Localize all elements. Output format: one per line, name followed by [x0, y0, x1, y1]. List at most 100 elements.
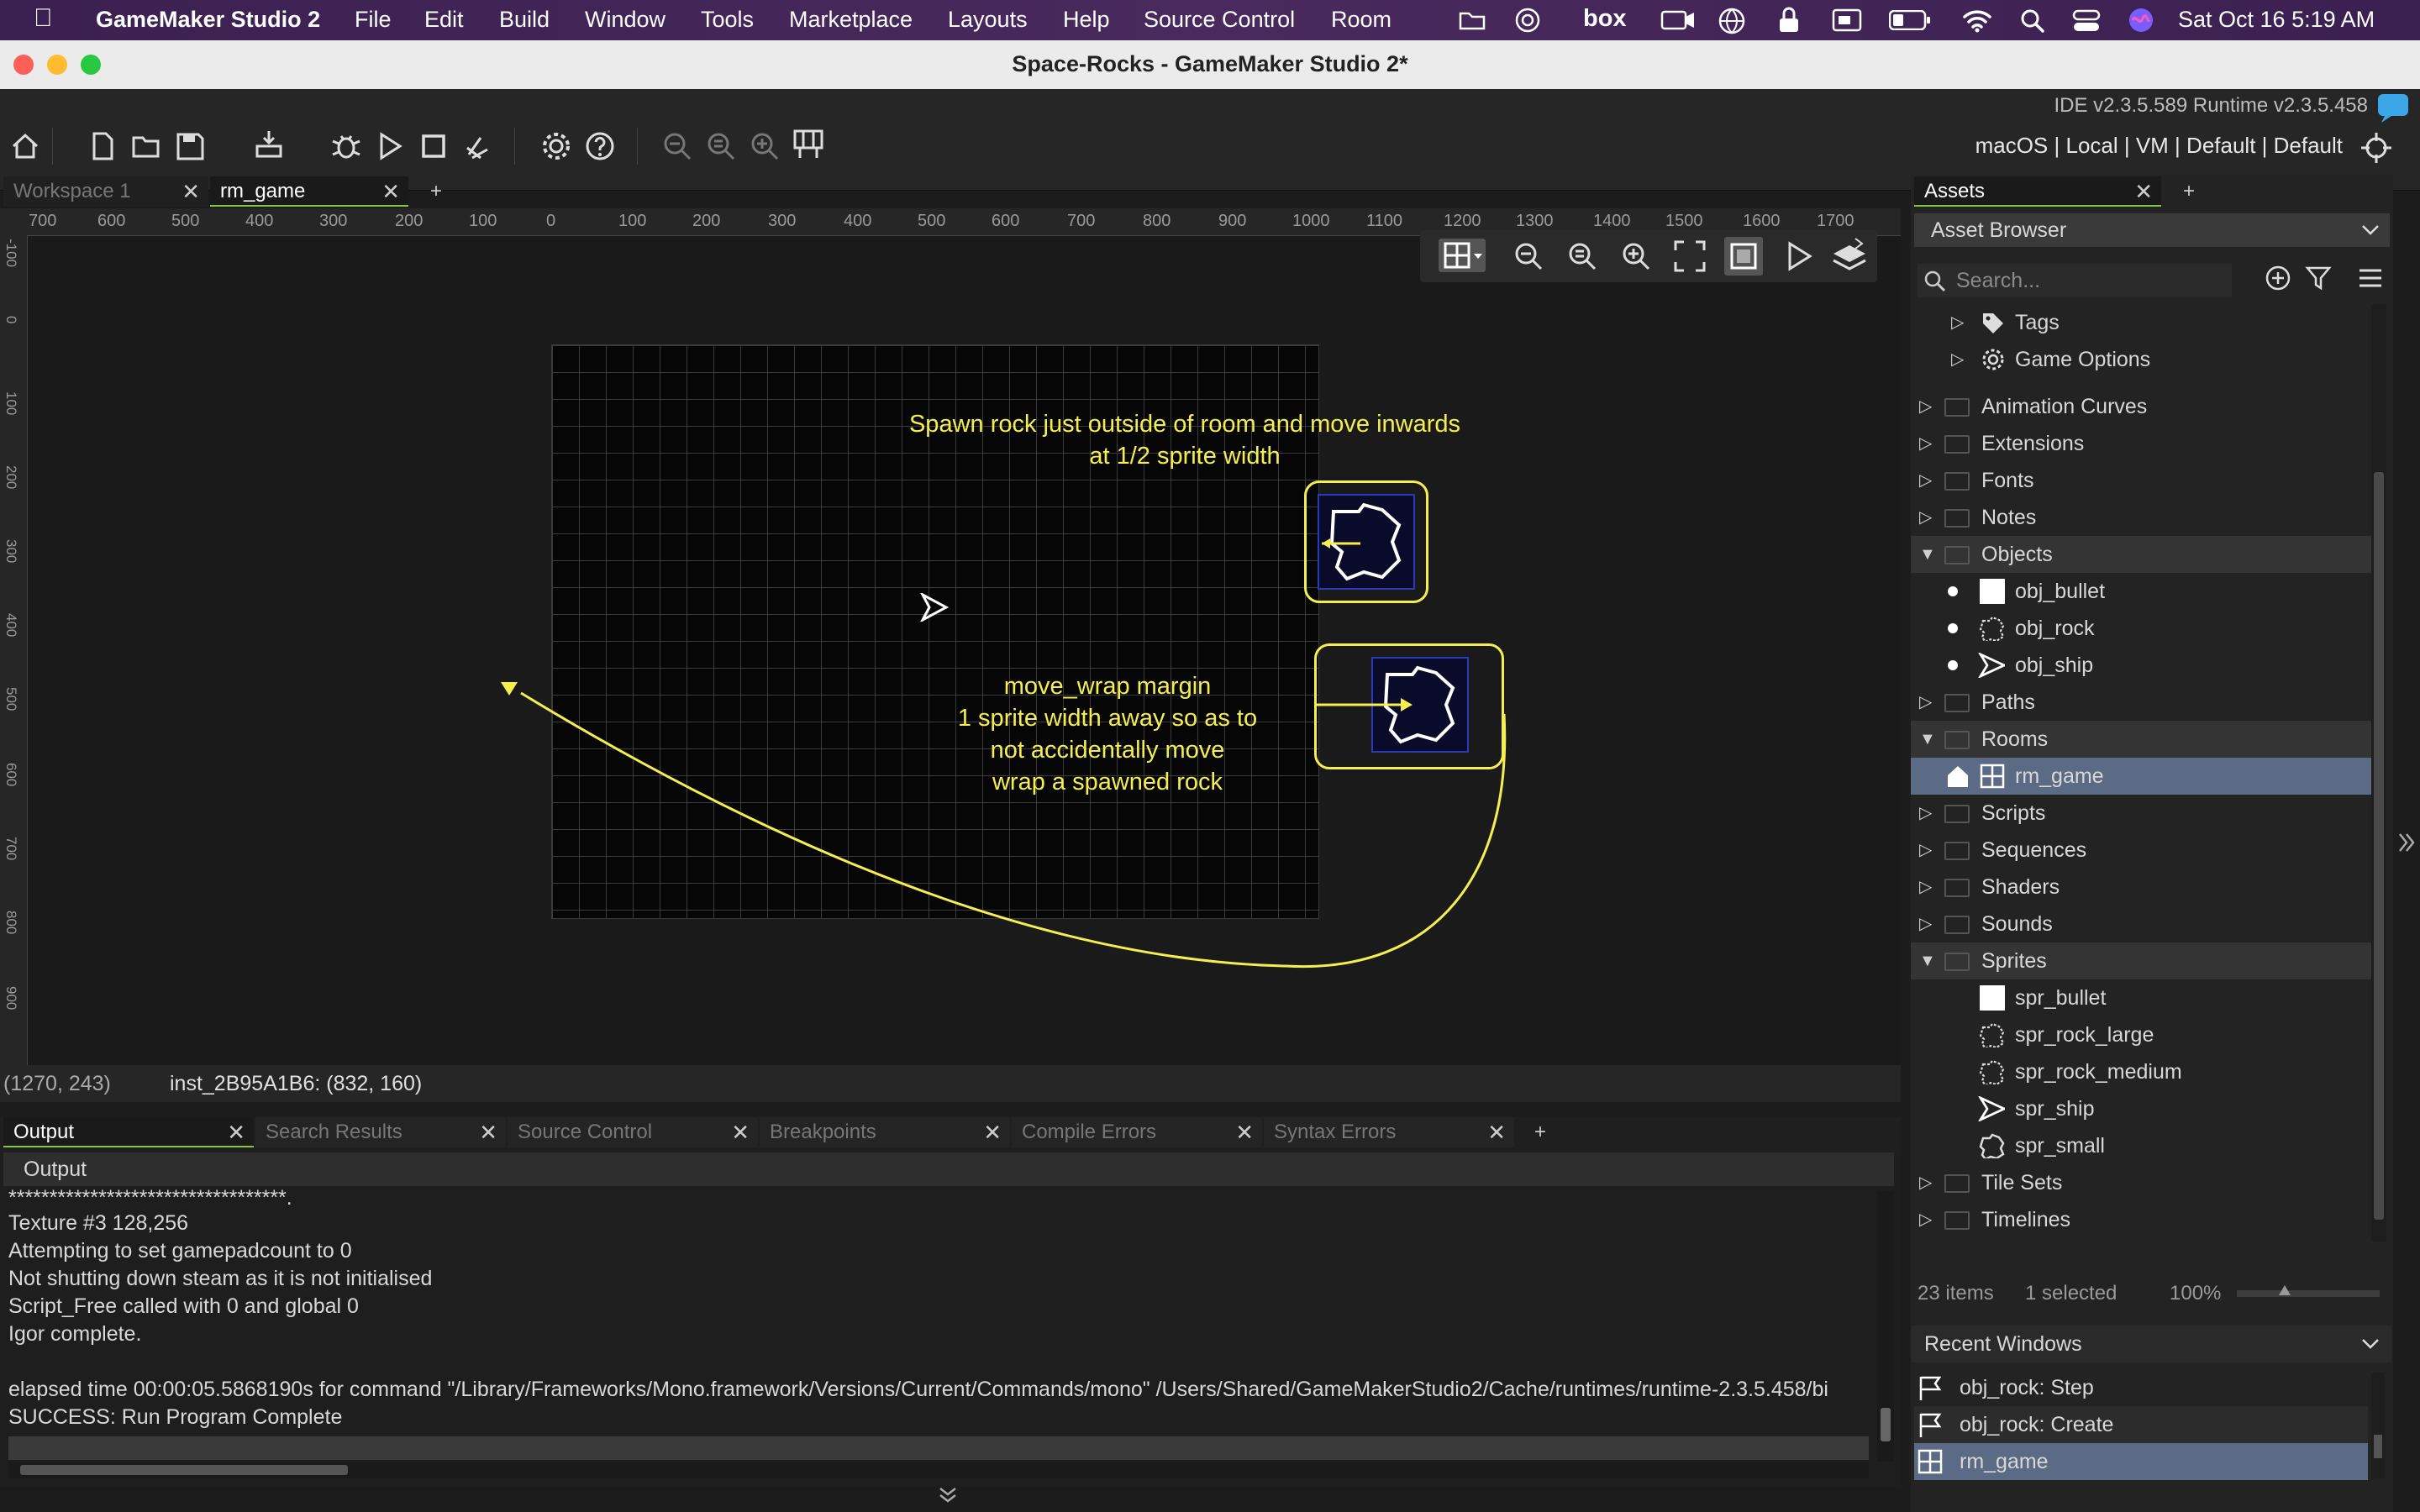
expand-right-icon[interactable]: ▷ — [1919, 795, 1932, 832]
expand-right-icon[interactable]: ▷ — [1951, 304, 1964, 341]
expand-right-icon[interactable]: ▷ — [1919, 388, 1932, 425]
close-icon[interactable]: ✕ — [1487, 1117, 1506, 1147]
expand-right-icon[interactable]: ▷ — [1919, 425, 1932, 462]
close-icon[interactable]: ✕ — [731, 1117, 750, 1147]
expand-right-icon[interactable]: ▷ — [1919, 499, 1932, 536]
rock-instance-spawn[interactable] — [1304, 480, 1428, 603]
menu-file[interactable]: File — [355, 7, 392, 33]
tab-workspace-1[interactable]: Workspace 1 ✕ — [3, 176, 208, 207]
recent-window-item[interactable]: obj_rock: Create — [1914, 1406, 2368, 1443]
control-center-icon[interactable] — [2072, 8, 2101, 34]
recent-scrollbar[interactable] — [2371, 1373, 2385, 1478]
cloud-sync-icon[interactable] — [1457, 8, 1487, 32]
menu-window[interactable]: Window — [585, 7, 666, 33]
tab-syntax-errors[interactable]: Syntax Errors ✕ — [1264, 1117, 1514, 1147]
tree-item-spr-rock-medium[interactable]: spr_rock_medium — [1911, 1053, 2371, 1090]
tree-item-spr-rock-large[interactable]: spr_rock_large — [1911, 1016, 2371, 1053]
tree-group-fonts[interactable]: ▷ Fonts — [1911, 462, 2371, 499]
grid-toggle-icon[interactable] — [1439, 239, 1486, 272]
debug-icon[interactable] — [329, 129, 363, 163]
frame-view-icon[interactable] — [1724, 237, 1763, 276]
add-tab-button[interactable]: + — [2173, 176, 2207, 207]
fit-to-screen-icon[interactable] — [1674, 240, 1706, 272]
tab-compile-errors[interactable]: Compile Errors ✕ — [1012, 1117, 1262, 1147]
menu-help[interactable]: Help — [1063, 7, 1110, 33]
zoom-reset-icon[interactable] — [1566, 240, 1598, 272]
expand-right-icon[interactable]: ▷ — [1919, 832, 1932, 869]
asset-search-input[interactable]: Search... — [1918, 264, 2232, 297]
zoom-in-icon[interactable] — [748, 129, 781, 163]
home-icon[interactable] — [8, 129, 42, 163]
tab-source-control[interactable]: Source Control ✕ — [508, 1117, 758, 1147]
tree-group-objects[interactable]: ▼ Objects — [1911, 536, 2371, 573]
tab-breakpoints[interactable]: Breakpoints ✕ — [760, 1117, 1010, 1147]
tab-output[interactable]: Output ✕ — [3, 1117, 254, 1147]
tab-search-results[interactable]: Search Results ✕ — [255, 1117, 506, 1147]
zoom-out-icon[interactable] — [660, 129, 694, 163]
tree-group-sprites[interactable]: ▼ Sprites — [1911, 942, 2371, 979]
workspace-layout-icon[interactable] — [792, 128, 825, 161]
tree-item-rm-game[interactable]: rm_game — [1911, 758, 2371, 795]
spotlight-search-icon[interactable] — [2020, 8, 2045, 34]
expand-right-icon[interactable]: ▷ — [1919, 1164, 1932, 1201]
close-icon[interactable]: ✕ — [381, 176, 400, 207]
tree-group-sequences[interactable]: ▷ Sequences — [1911, 832, 2371, 869]
output-input-bar[interactable] — [8, 1436, 1869, 1460]
lock-icon[interactable] — [1776, 5, 1802, 35]
layers-icon[interactable] — [1830, 237, 1869, 276]
zoom-reset-icon[interactable] — [704, 129, 738, 163]
create-executable-icon[interactable] — [252, 128, 286, 161]
apple-icon[interactable]:  — [34, 4, 53, 33]
tree-group-sounds[interactable]: ▷ Sounds — [1911, 906, 2371, 942]
target-selector[interactable]: macOS | Local | VM | Default | Default — [1975, 133, 2343, 159]
ship-instance-icon[interactable] — [919, 593, 950, 622]
expand-right-icon[interactable]: ▷ — [1919, 869, 1932, 906]
scrollbar-thumb[interactable] — [2374, 472, 2384, 1220]
expand-down-icon[interactable]: ▼ — [1919, 536, 1936, 573]
tree-group-shaders[interactable]: ▷ Shaders — [1911, 869, 2371, 906]
close-icon[interactable]: ✕ — [983, 1117, 1002, 1147]
siri-icon[interactable] — [2128, 7, 2154, 34]
assets-vertical-scrollbar[interactable] — [2371, 304, 2386, 1242]
play-animation-icon[interactable] — [1783, 240, 1815, 272]
menu-tools[interactable]: Tools — [701, 7, 754, 33]
close-icon[interactable]: ✕ — [479, 1117, 497, 1147]
asset-browser-dropdown[interactable]: Asset Browser — [1914, 213, 2390, 247]
save-icon[interactable] — [173, 129, 207, 163]
game-options-icon[interactable] — [539, 129, 573, 163]
tab-assets[interactable]: Assets ✕ — [1914, 176, 2161, 207]
scrollbar-thumb[interactable] — [20, 1465, 348, 1475]
expand-down-icon[interactable]: ▼ — [1919, 942, 1936, 979]
window-icon[interactable] — [1832, 8, 1862, 32]
tree-item-game-options[interactable]: ▷ Game Options — [1911, 341, 2371, 378]
tree-item-obj-rock[interactable]: obj_rock — [1911, 610, 2371, 647]
creative-cloud-icon[interactable] — [1512, 7, 1543, 34]
expand-right-icon[interactable]: ▷ — [1919, 684, 1932, 721]
close-icon[interactable]: ✕ — [182, 176, 200, 207]
run-icon[interactable] — [373, 129, 407, 163]
expand-right-icon[interactable]: ▷ — [1919, 1201, 1932, 1238]
menu-app-name[interactable]: GameMaker Studio 2 — [96, 7, 320, 33]
output-horizontal-scrollbar[interactable] — [8, 1462, 1869, 1478]
scrollbar-thumb[interactable] — [2374, 1435, 2382, 1458]
close-icon[interactable]: ✕ — [227, 1117, 245, 1147]
add-tab-button[interactable]: + — [420, 176, 454, 207]
recent-window-item[interactable]: rm_game — [1914, 1443, 2368, 1480]
chevron-right-icon[interactable] — [2396, 832, 2417, 853]
tree-item-spr-small[interactable]: spr_small — [1911, 1127, 2371, 1164]
zoom-in-icon[interactable] — [1620, 240, 1652, 272]
tree-item-obj-bullet[interactable]: obj_bullet — [1911, 573, 2371, 610]
expand-right-icon[interactable]: ▷ — [1951, 341, 1964, 378]
tree-item-spr-ship[interactable]: spr_ship — [1911, 1090, 2371, 1127]
expand-down-icon[interactable]: ▼ — [1919, 721, 1936, 758]
tree-group-tile-sets[interactable]: ▷ Tile Sets — [1911, 1164, 2371, 1201]
tree-group-animation-curves[interactable]: ▷ Animation Curves — [1911, 388, 2371, 425]
asset-zoom-slider[interactable] — [2237, 1285, 2380, 1297]
expand-right-icon[interactable]: ▷ — [1919, 462, 1932, 499]
menu-build[interactable]: Build — [499, 7, 550, 33]
tree-item-tags[interactable]: ▷ Tags — [1911, 304, 2371, 341]
new-file-icon[interactable] — [86, 129, 119, 163]
open-folder-icon[interactable] — [129, 129, 163, 163]
menu-room[interactable]: Room — [1331, 7, 1392, 33]
add-tab-button[interactable]: + — [1524, 1117, 1558, 1147]
